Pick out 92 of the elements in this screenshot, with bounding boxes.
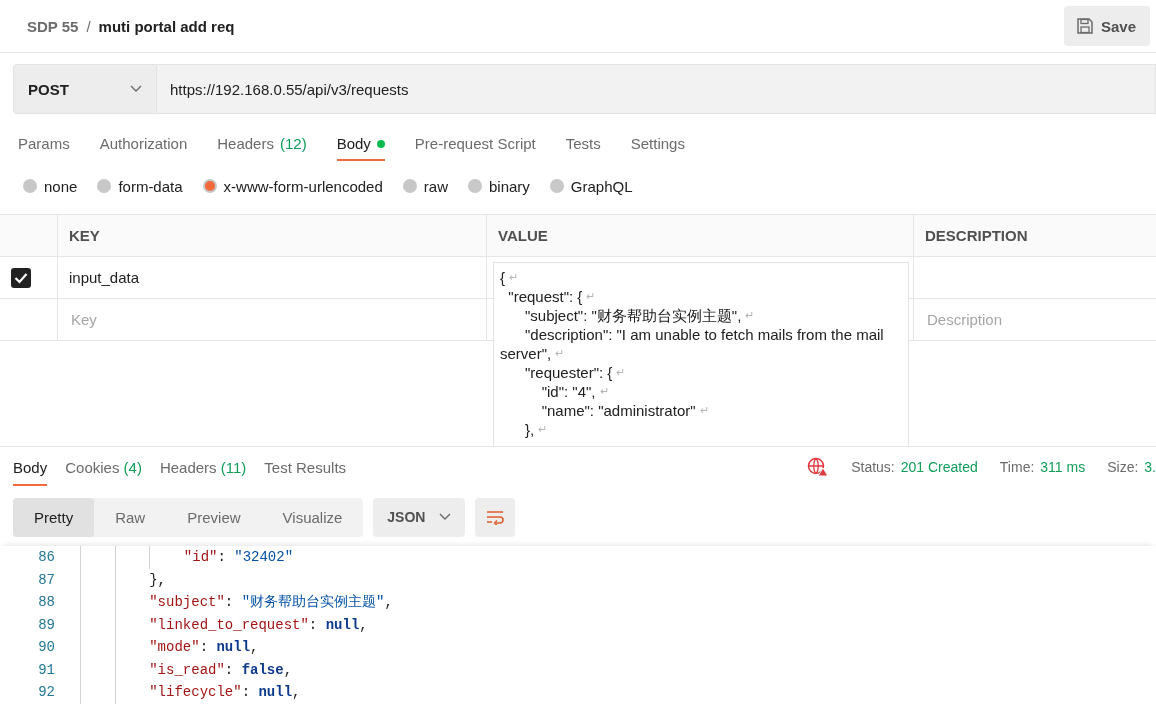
tab[interactable]: Test Results [264,448,347,486]
tab[interactable]: Headers (11) [159,448,247,486]
code-token: : [308,616,319,633]
code-token: : [224,594,235,611]
code-token: "32402" [234,549,294,566]
wrap-lines-button[interactable] [475,497,516,537]
radio-button[interactable] [549,179,564,193]
code-token: , [359,616,368,633]
tab[interactable]: Cookies (4) [65,448,142,486]
code-token: , [292,684,301,701]
code-token: }, [149,571,167,588]
wrap-lines-icon [485,509,506,525]
tab[interactable]: Authorization [99,127,188,161]
code-line: }, ↵ [524,420,549,439]
radio-button[interactable] [467,179,482,193]
size-value: 3. [1144,459,1156,475]
code-token: : [224,661,235,678]
radio-button[interactable] [97,179,112,193]
code-token: null [216,639,251,656]
tab[interactable]: Headers (12) [217,127,307,161]
method-dropdown[interactable]: POST [13,64,157,114]
url-field[interactable]: https://192.168.0.55/api/v3/requests [157,64,1156,114]
code-token: , [283,661,293,678]
line-number: 88 [37,594,56,611]
code-token: false [241,661,284,678]
status-value: 201 Created [900,459,978,475]
line-number: 86 [37,549,56,566]
format-dropdown[interactable]: JSON [373,497,466,537]
code-line: "description": "I am unable to fetch mails from the mail server", ↵ [500,325,885,363]
radio-option[interactable]: binary [467,177,530,195]
chevron-down-icon [439,513,452,521]
tab[interactable]: Body [336,127,385,161]
description-field[interactable]: Description [925,310,1156,329]
save-button[interactable]: Save [1063,6,1150,46]
view-mode-option[interactable]: Preview [166,497,262,537]
view-mode-option[interactable]: Pretty [13,497,95,537]
view-mode-option[interactable]: Visualize [261,497,364,537]
radio-option[interactable]: GraphQL [549,177,633,195]
time-label: Time: [999,459,1035,475]
code-token: "linked_to_request" [149,616,309,633]
code-token: , [384,594,393,611]
radio-option[interactable]: none [23,177,78,195]
code-token: "财务帮助台实例主题" [241,593,385,612]
column-header: DESCRIPTION [924,226,1029,246]
view-mode-option[interactable]: Raw [94,497,167,537]
line-number: 87 [37,571,56,588]
code-token: : [241,684,252,701]
code-token: null [258,684,293,701]
line-number: 89 [37,616,56,633]
tab[interactable]: Params [18,127,70,161]
column-header: VALUE [487,215,914,256]
time-value: 311 ms [1040,459,1086,475]
value-editor[interactable]: { ↵ "request": { ↵ "subject": "财务帮助台实例主题", ↵ "description": "I am unable to fetch mails from the mail server", ↵ "requester": { ↵ "id": "4", ↵ "name": "administrator" ↵ }, ↵ [493,262,909,446]
radio-option[interactable]: x-www-form-urlencoded [202,177,383,195]
table-cell: input_data [69,269,140,286]
radio-option[interactable]: raw [402,177,448,195]
size-label: Size: [1107,459,1139,475]
radio-button[interactable] [202,179,217,193]
breadcrumb-separator: / [86,17,91,35]
tab[interactable]: Settings [630,127,685,161]
code-line: { ↵ [500,268,519,287]
code-token: "is_read" [149,661,225,678]
radio-button[interactable] [23,179,37,193]
line-number: 91 [37,661,56,678]
radio-button[interactable] [402,179,417,193]
code-line: "id": "4", ↵ [540,382,610,401]
tab[interactable]: Tests [565,127,601,161]
code-token: "lifecycle" [149,684,242,701]
chevron-down-icon [130,85,142,93]
code-token: : [199,639,210,656]
checkbox[interactable] [11,267,31,288]
breadcrumb-link[interactable]: SDP 55 [27,17,79,35]
code-line: "requester": { ↵ [524,363,627,382]
line-number: 92 [37,684,56,701]
status-label: Status: [851,459,895,475]
code-token: , [250,639,259,656]
code-token: "subject" [149,594,225,611]
code-token: : [217,549,227,566]
line-number: 90 [37,639,56,656]
tab[interactable]: Body [13,448,48,486]
code-line: "name": "administrator" ↵ [540,401,710,420]
request-title: muti portal add req [98,17,235,35]
key-field[interactable]: Key [69,310,486,329]
code-line: "request": { ↵ [507,287,597,306]
code-token: "mode" [149,639,200,656]
column-header: KEY [58,215,487,256]
code-token: "id" [183,549,218,566]
code-token: null [325,616,360,633]
globe-warning-icon[interactable] [807,457,830,477]
tab[interactable]: Pre-request Script [414,127,536,161]
radio-option[interactable]: form-data [97,177,183,195]
code-line: "subject": "财务帮助台实例主题", ↵ [524,306,756,325]
